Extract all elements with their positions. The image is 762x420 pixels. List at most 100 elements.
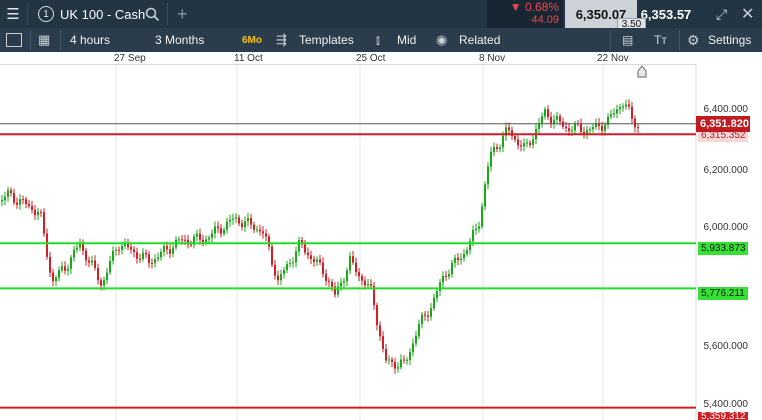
candle [58,266,60,282]
candle [427,310,429,322]
candle [499,144,501,153]
instrument-name[interactable]: UK 100 - Cash [60,0,145,28]
candle [319,255,321,266]
candle [373,281,375,310]
candle [142,248,144,262]
current-price-tag: 6,351.820 [696,116,750,132]
candle [511,126,513,140]
candle [145,249,147,259]
candle [517,135,519,150]
candle [412,338,414,357]
candle [271,243,273,268]
candle [49,251,51,277]
candle [292,257,294,268]
candle [151,258,153,269]
settings-button[interactable]: Settings [708,28,751,52]
candle [559,113,561,126]
candle [547,105,549,120]
candle [82,239,84,256]
candle [634,115,636,133]
candle [307,247,309,260]
candle [289,258,291,268]
candle [355,257,357,276]
price-tick: 6,200.000 [703,165,749,176]
candle [361,273,363,286]
text-size-icon[interactable]: Tт [654,28,667,52]
candle [400,354,402,370]
candle [490,146,492,172]
buy-price-button[interactable]: 6,353.57 [638,0,694,28]
price-tick: 6,000.000 [703,222,749,233]
candle [19,194,21,210]
search-icon[interactable] [145,0,161,28]
add-instrument-icon[interactable]: + [177,0,188,28]
candle [424,310,426,321]
candle [613,108,615,118]
instrument-header: ☰ 1 UK 100 - Cash + ▼ 0.68% 44.09 6,350.… [0,0,762,30]
candle [433,293,435,311]
price-tick: 6,400.000 [703,104,749,115]
candle [610,109,612,120]
candle [232,213,234,225]
hamburger-menu-icon[interactable]: ☰ [0,0,26,28]
candle [172,242,174,258]
candle [475,223,477,235]
instrument-number-badge[interactable]: 1 [38,6,54,22]
candle [202,234,204,247]
candle [556,112,558,125]
candle [430,303,432,321]
candle [397,362,399,373]
candle [484,181,486,211]
candle [130,243,132,254]
candle [94,255,96,271]
range-short-badge[interactable]: 6Mo [242,28,262,52]
candle [382,331,384,353]
candle [193,233,195,249]
candle [577,119,579,127]
expand-icon[interactable]: ⤢ [716,0,727,28]
candle [622,103,624,112]
candle [304,239,306,256]
alert-bell-icon[interactable] [635,65,649,78]
panel-toggle-icon[interactable] [6,33,22,47]
candle [238,214,240,227]
candle [637,124,639,134]
candle [88,256,90,268]
candle [4,192,6,206]
candle [385,343,387,364]
candle [310,250,312,265]
candle [139,253,141,263]
candle [520,140,522,152]
level-tag-upper-green[interactable]: 5,933.873 [698,242,748,255]
candle [13,188,15,206]
document-icon[interactable]: ▤ [622,28,633,52]
related-button[interactable]: Related [459,28,500,52]
candle [160,248,162,261]
templates-button[interactable]: Templates [299,28,354,52]
candle [208,235,210,243]
candle [25,196,27,209]
candle [598,117,600,131]
close-icon[interactable]: ✕ [741,0,754,28]
candle [625,99,627,110]
candle [379,321,381,341]
price-tick: 5,600.000 [703,341,749,352]
candle [550,111,552,128]
candle [169,244,171,259]
candle [256,225,258,233]
date-tick: 11 Oct [234,53,263,64]
layout-grid-icon[interactable]: ▦ [38,28,50,52]
price-mode-button[interactable]: Mid [397,28,416,52]
candle [55,275,57,287]
candle [580,118,582,136]
interval-selector[interactable]: 4 hours [70,28,110,52]
level-tag-lower-red[interactable]: 5,359.312 [698,412,748,420]
candle [493,142,495,157]
candle [211,229,213,243]
candle [43,208,45,237]
candle [394,358,396,374]
templates-icon: ⇶ [276,32,287,47]
level-tag-lower-green[interactable]: 5,776.211 [698,287,748,300]
range-selector[interactable]: 3 Months [155,28,204,52]
candle [220,224,222,238]
